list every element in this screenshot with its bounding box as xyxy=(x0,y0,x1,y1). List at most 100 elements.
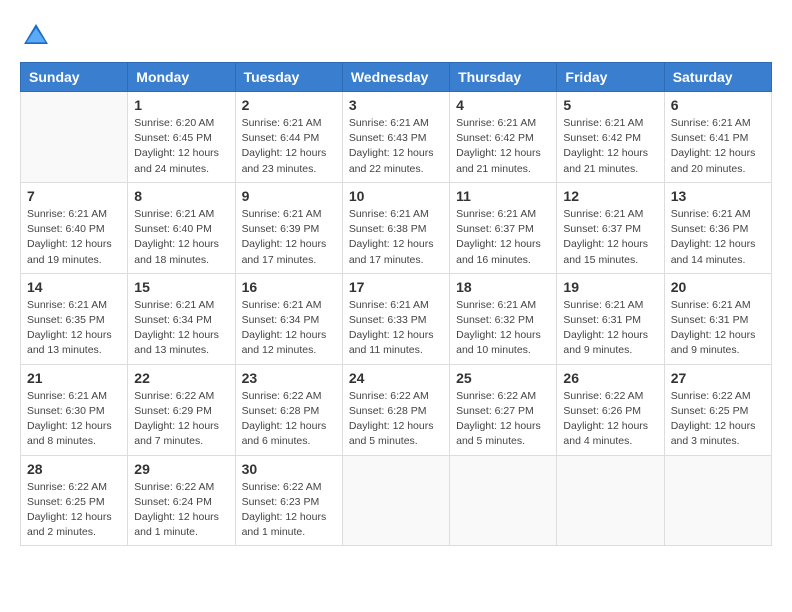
logo-icon xyxy=(20,20,52,52)
day-info: Sunrise: 6:21 AM Sunset: 6:36 PM Dayligh… xyxy=(671,207,765,268)
calendar-day-cell: 25Sunrise: 6:22 AM Sunset: 6:27 PM Dayli… xyxy=(450,364,557,455)
calendar-week-row: 1Sunrise: 6:20 AM Sunset: 6:45 PM Daylig… xyxy=(21,92,772,183)
day-number: 3 xyxy=(349,97,443,113)
calendar-day-cell xyxy=(21,92,128,183)
day-number: 29 xyxy=(134,461,228,477)
calendar-day-cell: 23 Sunrise: 6:22 AM Sunset: 6:28 PM Dayli… xyxy=(235,364,342,455)
day-number: 6 xyxy=(671,97,765,113)
day-number: 13 xyxy=(671,188,765,204)
day-info: Sunrise: 6:21 AM Sunset: 6:30 PM Dayligh… xyxy=(27,389,121,450)
day-number: 5 xyxy=(563,97,657,113)
calendar-day-cell xyxy=(557,455,664,546)
day-number: 23 xyxy=(242,370,336,386)
day-number: 21 xyxy=(27,370,121,386)
day-info: Sunrise: 6:21 AM Sunset: 6:40 PM Dayligh… xyxy=(27,207,121,268)
page-header xyxy=(20,20,772,52)
day-number: 28 xyxy=(27,461,121,477)
day-info: Sunrise: 6:21 AM Sunset: 6:38 PM Dayligh… xyxy=(349,207,443,268)
day-number: 26 xyxy=(563,370,657,386)
calendar-day-cell: 7 Sunrise: 6:21 AM Sunset: 6:40 PM Daylig… xyxy=(21,182,128,273)
day-info: Sunrise: 6:21 AM Sunset: 6:33 PM Dayligh… xyxy=(349,298,443,359)
calendar-day-cell: 22 Sunrise: 6:22 AM Sunset: 6:29 PM Dayli… xyxy=(128,364,235,455)
day-info: Sunrise: 6:21 AM Sunset: 6:40 PM Dayligh… xyxy=(134,207,228,268)
day-info: Sunrise: 6:22 AM Sunset: 6:26 PM Dayligh… xyxy=(563,389,657,450)
day-number: 14 xyxy=(27,279,121,295)
calendar-week-row: 28 Sunrise: 6:22 AM Sunset: 6:25 PM Dayli… xyxy=(21,455,772,546)
calendar-col-header: Sunday xyxy=(21,63,128,92)
day-info: Sunrise: 6:21 AM Sunset: 6:35 PM Dayligh… xyxy=(27,298,121,359)
calendar-day-cell: 9 Sunrise: 6:21 AM Sunset: 6:39 PM Daylig… xyxy=(235,182,342,273)
day-number: 30 xyxy=(242,461,336,477)
day-number: 10 xyxy=(349,188,443,204)
calendar-day-cell: 6 Sunrise: 6:21 AM Sunset: 6:41 PM Daylig… xyxy=(664,92,771,183)
day-number: 24 xyxy=(349,370,443,386)
day-info: Sunrise: 6:21 AM Sunset: 6:44 PM Dayligh… xyxy=(242,116,336,177)
day-info: Sunrise: 6:22 AM Sunset: 6:29 PM Dayligh… xyxy=(134,389,228,450)
calendar-day-cell xyxy=(664,455,771,546)
day-info: Sunrise: 6:22 AM Sunset: 6:28 PM Dayligh… xyxy=(349,389,443,450)
day-info: Sunrise: 6:22 AM Sunset: 6:28 PM Dayligh… xyxy=(242,389,336,450)
day-info: Sunrise: 6:21 AM Sunset: 6:43 PM Dayligh… xyxy=(349,116,443,177)
day-info: Sunrise: 6:21 AM Sunset: 6:34 PM Dayligh… xyxy=(134,298,228,359)
calendar-day-cell: 20 Sunrise: 6:21 AM Sunset: 6:31 PM Dayli… xyxy=(664,273,771,364)
calendar-day-cell: 2 Sunrise: 6:21 AM Sunset: 6:44 PM Daylig… xyxy=(235,92,342,183)
day-info: Sunrise: 6:21 AM Sunset: 6:39 PM Dayligh… xyxy=(242,207,336,268)
day-number: 7 xyxy=(27,188,121,204)
calendar-col-header: Thursday xyxy=(450,63,557,92)
day-info: Sunrise: 6:21 AM Sunset: 6:42 PM Dayligh… xyxy=(563,116,657,177)
day-info: Sunrise: 6:22 AM Sunset: 6:25 PM Dayligh… xyxy=(27,480,121,541)
day-info: Sunrise: 6:22 AM Sunset: 6:27 PM Dayligh… xyxy=(456,389,550,450)
calendar-day-cell: 1Sunrise: 6:20 AM Sunset: 6:45 PM Daylig… xyxy=(128,92,235,183)
calendar-day-cell: 12Sunrise: 6:21 AM Sunset: 6:37 PM Dayli… xyxy=(557,182,664,273)
calendar-table: SundayMondayTuesdayWednesdayThursdayFrid… xyxy=(20,62,772,546)
day-number: 20 xyxy=(671,279,765,295)
calendar-day-cell xyxy=(342,455,449,546)
calendar-col-header: Wednesday xyxy=(342,63,449,92)
day-number: 19 xyxy=(563,279,657,295)
day-number: 9 xyxy=(242,188,336,204)
calendar-week-row: 14 Sunrise: 6:21 AM Sunset: 6:35 PM Dayli… xyxy=(21,273,772,364)
day-number: 8 xyxy=(134,188,228,204)
calendar-header-row: SundayMondayTuesdayWednesdayThursdayFrid… xyxy=(21,63,772,92)
calendar-day-cell: 26 Sunrise: 6:22 AM Sunset: 6:26 PM Dayli… xyxy=(557,364,664,455)
day-info: Sunrise: 6:22 AM Sunset: 6:24 PM Dayligh… xyxy=(134,480,228,541)
calendar-day-cell: 24 Sunrise: 6:22 AM Sunset: 6:28 PM Dayli… xyxy=(342,364,449,455)
calendar-col-header: Tuesday xyxy=(235,63,342,92)
day-info: Sunrise: 6:21 AM Sunset: 6:34 PM Dayligh… xyxy=(242,298,336,359)
calendar-day-cell: 21 Sunrise: 6:21 AM Sunset: 6:30 PM Dayli… xyxy=(21,364,128,455)
calendar-day-cell: 18Sunrise: 6:21 AM Sunset: 6:32 PM Dayli… xyxy=(450,273,557,364)
calendar-day-cell: 4 Sunrise: 6:21 AM Sunset: 6:42 PM Daylig… xyxy=(450,92,557,183)
day-number: 12 xyxy=(563,188,657,204)
logo xyxy=(20,20,56,52)
calendar-day-cell: 27Sunrise: 6:22 AM Sunset: 6:25 PM Dayli… xyxy=(664,364,771,455)
calendar-col-header: Friday xyxy=(557,63,664,92)
calendar-week-row: 7 Sunrise: 6:21 AM Sunset: 6:40 PM Daylig… xyxy=(21,182,772,273)
day-info: Sunrise: 6:21 AM Sunset: 6:32 PM Dayligh… xyxy=(456,298,550,359)
day-number: 15 xyxy=(134,279,228,295)
calendar-day-cell: 10 Sunrise: 6:21 AM Sunset: 6:38 PM Dayli… xyxy=(342,182,449,273)
day-number: 4 xyxy=(456,97,550,113)
day-info: Sunrise: 6:21 AM Sunset: 6:41 PM Dayligh… xyxy=(671,116,765,177)
day-number: 2 xyxy=(242,97,336,113)
calendar-day-cell: 28 Sunrise: 6:22 AM Sunset: 6:25 PM Dayli… xyxy=(21,455,128,546)
calendar-day-cell: 29 Sunrise: 6:22 AM Sunset: 6:24 PM Dayli… xyxy=(128,455,235,546)
calendar-day-cell: 15 Sunrise: 6:21 AM Sunset: 6:34 PM Dayli… xyxy=(128,273,235,364)
calendar-day-cell: 30Sunrise: 6:22 AM Sunset: 6:23 PM Dayli… xyxy=(235,455,342,546)
calendar-day-cell: 16 Sunrise: 6:21 AM Sunset: 6:34 PM Dayli… xyxy=(235,273,342,364)
day-info: Sunrise: 6:21 AM Sunset: 6:31 PM Dayligh… xyxy=(563,298,657,359)
calendar-col-header: Monday xyxy=(128,63,235,92)
calendar-day-cell: 19 Sunrise: 6:21 AM Sunset: 6:31 PM Dayli… xyxy=(557,273,664,364)
day-number: 1 xyxy=(134,97,228,113)
day-number: 16 xyxy=(242,279,336,295)
day-number: 22 xyxy=(134,370,228,386)
calendar-day-cell: 13 Sunrise: 6:21 AM Sunset: 6:36 PM Dayli… xyxy=(664,182,771,273)
day-info: Sunrise: 6:21 AM Sunset: 6:37 PM Dayligh… xyxy=(456,207,550,268)
calendar-day-cell: 3 Sunrise: 6:21 AM Sunset: 6:43 PM Daylig… xyxy=(342,92,449,183)
calendar-day-cell xyxy=(450,455,557,546)
day-info: Sunrise: 6:21 AM Sunset: 6:31 PM Dayligh… xyxy=(671,298,765,359)
calendar-day-cell: 5 Sunrise: 6:21 AM Sunset: 6:42 PM Daylig… xyxy=(557,92,664,183)
day-number: 27 xyxy=(671,370,765,386)
calendar-day-cell: 17Sunrise: 6:21 AM Sunset: 6:33 PM Dayli… xyxy=(342,273,449,364)
day-number: 11 xyxy=(456,188,550,204)
day-info: Sunrise: 6:21 AM Sunset: 6:42 PM Dayligh… xyxy=(456,116,550,177)
